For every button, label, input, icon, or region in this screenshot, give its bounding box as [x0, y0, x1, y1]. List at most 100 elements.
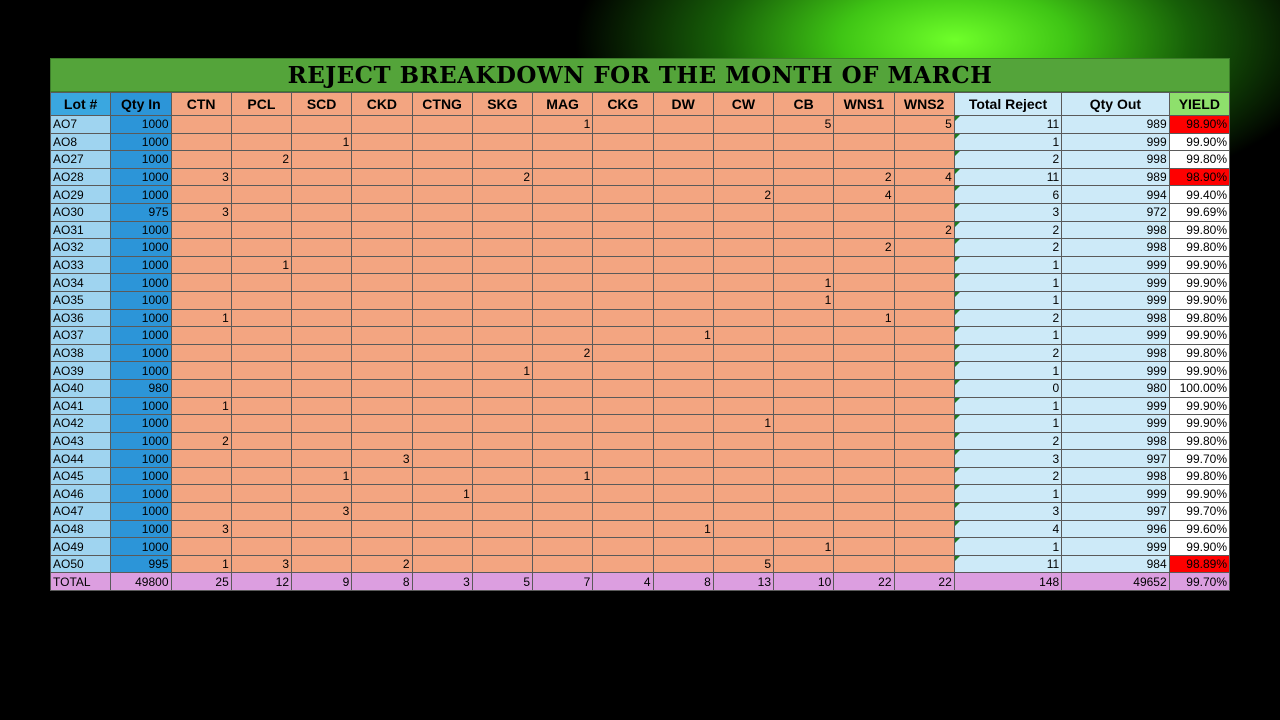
- cell-cw[interactable]: [712, 449, 775, 468]
- cell-cb[interactable]: [772, 431, 835, 451]
- cell-cb[interactable]: [772, 414, 835, 433]
- cell-dw[interactable]: [652, 167, 714, 187]
- cell-dw[interactable]: [652, 220, 714, 240]
- cell-ckg[interactable]: [592, 326, 654, 345]
- cell-mag[interactable]: [531, 255, 594, 275]
- cell-qty-out[interactable]: 999: [1061, 290, 1170, 310]
- cell-dw[interactable]: [652, 238, 714, 257]
- cell-ckd[interactable]: [351, 115, 413, 134]
- cell-cw[interactable]: [712, 273, 775, 292]
- cell-pcl[interactable]: [230, 202, 293, 222]
- total-cell[interactable]: 22: [833, 572, 895, 592]
- cell-ckg[interactable]: [592, 431, 654, 451]
- cell-ctn[interactable]: [170, 414, 232, 433]
- cell-mag[interactable]: [531, 554, 594, 574]
- cell-skg[interactable]: [471, 202, 534, 222]
- lot-cell[interactable]: AO27: [49, 150, 112, 169]
- cell-ckd[interactable]: [351, 150, 413, 169]
- cell-cw[interactable]: [712, 150, 775, 169]
- total-cell[interactable]: 5: [471, 572, 534, 592]
- cell-mag[interactable]: [531, 185, 594, 204]
- cell-qty-in[interactable]: 1000: [110, 220, 172, 240]
- cell-ckd[interactable]: [351, 202, 413, 222]
- cell-ctng[interactable]: [411, 220, 473, 240]
- cell-skg[interactable]: [471, 185, 534, 204]
- cell-qty-in[interactable]: 1000: [110, 255, 172, 275]
- cell-ctng[interactable]: [411, 273, 473, 292]
- cell-pcl[interactable]: [230, 484, 293, 504]
- cell-qty-out[interactable]: 999: [1061, 414, 1170, 433]
- cell-qty-in[interactable]: 1000: [110, 290, 172, 310]
- cell-ctn[interactable]: [170, 273, 232, 292]
- cell-qty-out[interactable]: 998: [1061, 431, 1170, 451]
- cell-pcl[interactable]: [230, 361, 293, 380]
- cell-ctn[interactable]: [170, 150, 232, 169]
- cell-cw[interactable]: [712, 537, 775, 556]
- cell-ctng[interactable]: [411, 396, 473, 416]
- cell-yield[interactable]: 99.80%: [1168, 466, 1231, 486]
- cell-ctn[interactable]: [170, 220, 232, 240]
- lot-cell[interactable]: AO28: [49, 167, 112, 187]
- cell-pcl[interactable]: [230, 431, 293, 451]
- cell-cb[interactable]: [772, 167, 835, 187]
- cell-yield[interactable]: 99.90%: [1168, 273, 1231, 292]
- cell-scd[interactable]: [290, 167, 353, 187]
- cell-ckd[interactable]: [351, 220, 413, 240]
- cell-qty-in[interactable]: 1000: [110, 537, 172, 556]
- cell-cb[interactable]: [772, 519, 835, 539]
- cell-mag[interactable]: [531, 308, 594, 328]
- total-cell[interactable]: 8: [652, 572, 714, 592]
- cell-qty-in[interactable]: 1000: [110, 308, 172, 328]
- cell-ctn[interactable]: [170, 185, 232, 204]
- cell-scd[interactable]: [290, 290, 353, 310]
- cell-qty-in[interactable]: 995: [110, 554, 172, 574]
- cell-dw[interactable]: [652, 150, 714, 169]
- cell-total-reject[interactable]: 2: [953, 343, 1063, 363]
- cell-skg[interactable]: [471, 132, 534, 152]
- cell-mag[interactable]: [531, 167, 594, 187]
- lot-cell[interactable]: AO8: [49, 132, 112, 152]
- cell-cw[interactable]: [712, 238, 775, 257]
- cell-dw[interactable]: [652, 308, 714, 328]
- lot-cell[interactable]: AO39: [49, 361, 112, 380]
- cell-total-reject[interactable]: 2: [953, 308, 1063, 328]
- cell-yield[interactable]: 98.89%: [1168, 554, 1231, 574]
- cell-qty-in[interactable]: 1000: [110, 343, 172, 363]
- cell-ctng[interactable]: [411, 519, 473, 539]
- cell-ckg[interactable]: [592, 290, 654, 310]
- cell-ctng[interactable]: [411, 238, 473, 257]
- cell-wns2[interactable]: 2: [893, 220, 955, 240]
- cell-ctn[interactable]: [170, 537, 232, 556]
- total-label[interactable]: TOTAL: [49, 572, 112, 592]
- cell-skg[interactable]: [471, 343, 534, 363]
- cell-yield[interactable]: 99.80%: [1168, 431, 1231, 451]
- cell-wns1[interactable]: [833, 466, 895, 486]
- cell-wns1[interactable]: [833, 537, 895, 556]
- cell-mag[interactable]: [531, 537, 594, 556]
- cell-ctn[interactable]: 1: [170, 554, 232, 574]
- cell-skg[interactable]: [471, 308, 534, 328]
- cell-pcl[interactable]: [230, 115, 293, 134]
- cell-cb[interactable]: [772, 150, 835, 169]
- cell-scd[interactable]: [290, 150, 353, 169]
- cell-yield[interactable]: 98.90%: [1168, 167, 1231, 187]
- cell-cb[interactable]: [772, 554, 835, 574]
- lot-cell[interactable]: AO7: [49, 115, 112, 134]
- cell-cw[interactable]: [712, 255, 775, 275]
- cell-cb[interactable]: [772, 220, 835, 240]
- cell-total-reject[interactable]: 4: [953, 519, 1063, 539]
- cell-total-reject[interactable]: 11: [953, 115, 1063, 134]
- cell-wns2[interactable]: [893, 326, 955, 345]
- cell-wns1[interactable]: [833, 502, 895, 521]
- lot-cell[interactable]: AO36: [49, 308, 112, 328]
- cell-scd[interactable]: [290, 361, 353, 380]
- cell-wns1[interactable]: [833, 449, 895, 468]
- cell-cw[interactable]: [712, 132, 775, 152]
- cell-qty-out[interactable]: 999: [1061, 132, 1170, 152]
- cell-ctng[interactable]: [411, 449, 473, 468]
- cell-ckd[interactable]: [351, 519, 413, 539]
- cell-qty-in[interactable]: 1000: [110, 361, 172, 380]
- cell-wns2[interactable]: [893, 273, 955, 292]
- cell-mag[interactable]: [531, 484, 594, 504]
- cell-qty-out[interactable]: 980: [1061, 378, 1170, 398]
